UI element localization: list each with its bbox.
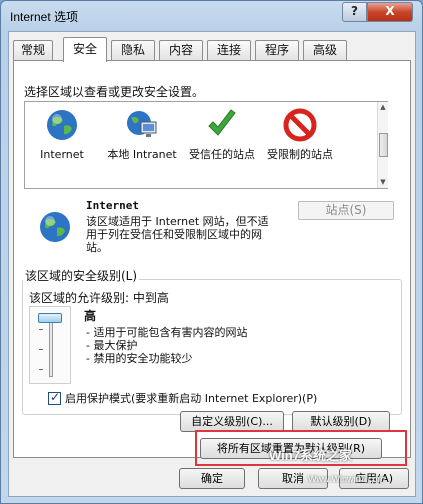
dialog-client: 常规 安全 隐私 内容 连接 程序 高级 选择区域以查看或更改安全设置。 Int…	[8, 31, 416, 497]
tab-security[interactable]: 安全	[63, 37, 107, 62]
window-title: Internet 选项	[10, 10, 79, 24]
custom-level-button[interactable]: 自定义级别(C)...	[180, 411, 284, 432]
level-item: - 适用于可能包含有害内容的网站	[86, 326, 248, 339]
checkmark-icon	[208, 109, 236, 136]
help-button[interactable]: ?	[342, 2, 367, 22]
tab-advanced[interactable]: 高级	[303, 40, 347, 61]
zone-list: Internet 本地 Intranet 受信任的站点 受限制的站点 ▲ ▼	[24, 101, 388, 189]
slider-thumb[interactable]	[38, 313, 62, 323]
zone-restricted-sites[interactable]: 受限制的站点	[265, 108, 335, 161]
watermark-url: Www.Winwin7.com	[308, 474, 386, 484]
zone-list-scrollbar[interactable]: ▲ ▼	[377, 102, 388, 188]
globe-icon	[40, 212, 70, 242]
zone-label: 本地 Intranet	[107, 148, 177, 161]
protected-mode-label: 启用保护模式(要求重新启动 Internet Explorer)(P)	[65, 392, 318, 405]
watermark-text: Win7系统之家	[269, 448, 352, 463]
default-level-button[interactable]: 默认级别(D)	[292, 411, 390, 432]
level-item: - 禁用的安全功能较少	[86, 352, 193, 365]
zone-prompt: 选择区域以查看或更改安全设置。	[24, 85, 205, 99]
tab-programs[interactable]: 程序	[255, 40, 299, 61]
zone-label: 受限制的站点	[267, 148, 333, 161]
intranet-icon	[127, 111, 157, 137]
tab-privacy[interactable]: 隐私	[111, 40, 155, 61]
slider-tick	[39, 369, 43, 370]
scroll-up-icon[interactable]: ▲	[378, 102, 388, 113]
ok-button[interactable]: 确定	[179, 468, 245, 489]
globe-icon	[47, 110, 77, 140]
slider-tick	[39, 349, 43, 350]
security-panel: 选择区域以查看或更改安全设置。 Internet 本地 Intranet 受信任…	[13, 60, 411, 466]
zone-label: Internet	[40, 148, 84, 161]
zone-trusted-sites[interactable]: 受信任的站点	[187, 108, 257, 161]
scroll-down-icon[interactable]: ▼	[378, 177, 388, 188]
zone-internet[interactable]: Internet	[27, 108, 97, 161]
security-level-group-title: 该区域的安全级别(L)	[23, 267, 140, 284]
internet-options-window: Internet 选项 ? X 常规 安全 隐私 内容 连接 程序 高级 选择区…	[0, 0, 423, 504]
level-name: 高	[84, 309, 97, 323]
tab-content[interactable]: 内容	[159, 40, 203, 61]
sites-button[interactable]: 站点(S)	[298, 201, 394, 220]
protected-mode-row[interactable]: 启用保护模式(要求重新启动 Internet Explorer)(P)	[48, 390, 317, 406]
zone-title: Internet	[86, 199, 139, 212]
security-level-slider[interactable]	[29, 306, 71, 384]
level-description-list: - 适用于可能包含有害内容的网站 - 最大保护 - 禁用的安全功能较少	[86, 326, 247, 365]
close-button[interactable]: X	[367, 2, 413, 22]
tab-connections[interactable]: 连接	[207, 40, 251, 61]
zone-description: 该区域适用于 Internet 网站，但不适用于列在受信任和受限制区域中的网站。	[86, 215, 269, 254]
level-item: - 最大保护	[86, 339, 138, 352]
protected-mode-checkbox[interactable]	[48, 390, 61, 405]
scroll-thumb[interactable]	[379, 133, 388, 157]
zone-intranet[interactable]: 本地 Intranet	[107, 108, 177, 161]
no-entry-icon	[283, 108, 317, 142]
slider-tick	[39, 329, 43, 330]
allowed-levels-text: 该区域的允许级别: 中到高	[29, 291, 169, 305]
tab-general[interactable]: 常规	[13, 40, 53, 61]
title-bar: Internet 选项 ? X	[1, 1, 422, 31]
zone-label: 受信任的站点	[189, 148, 255, 161]
